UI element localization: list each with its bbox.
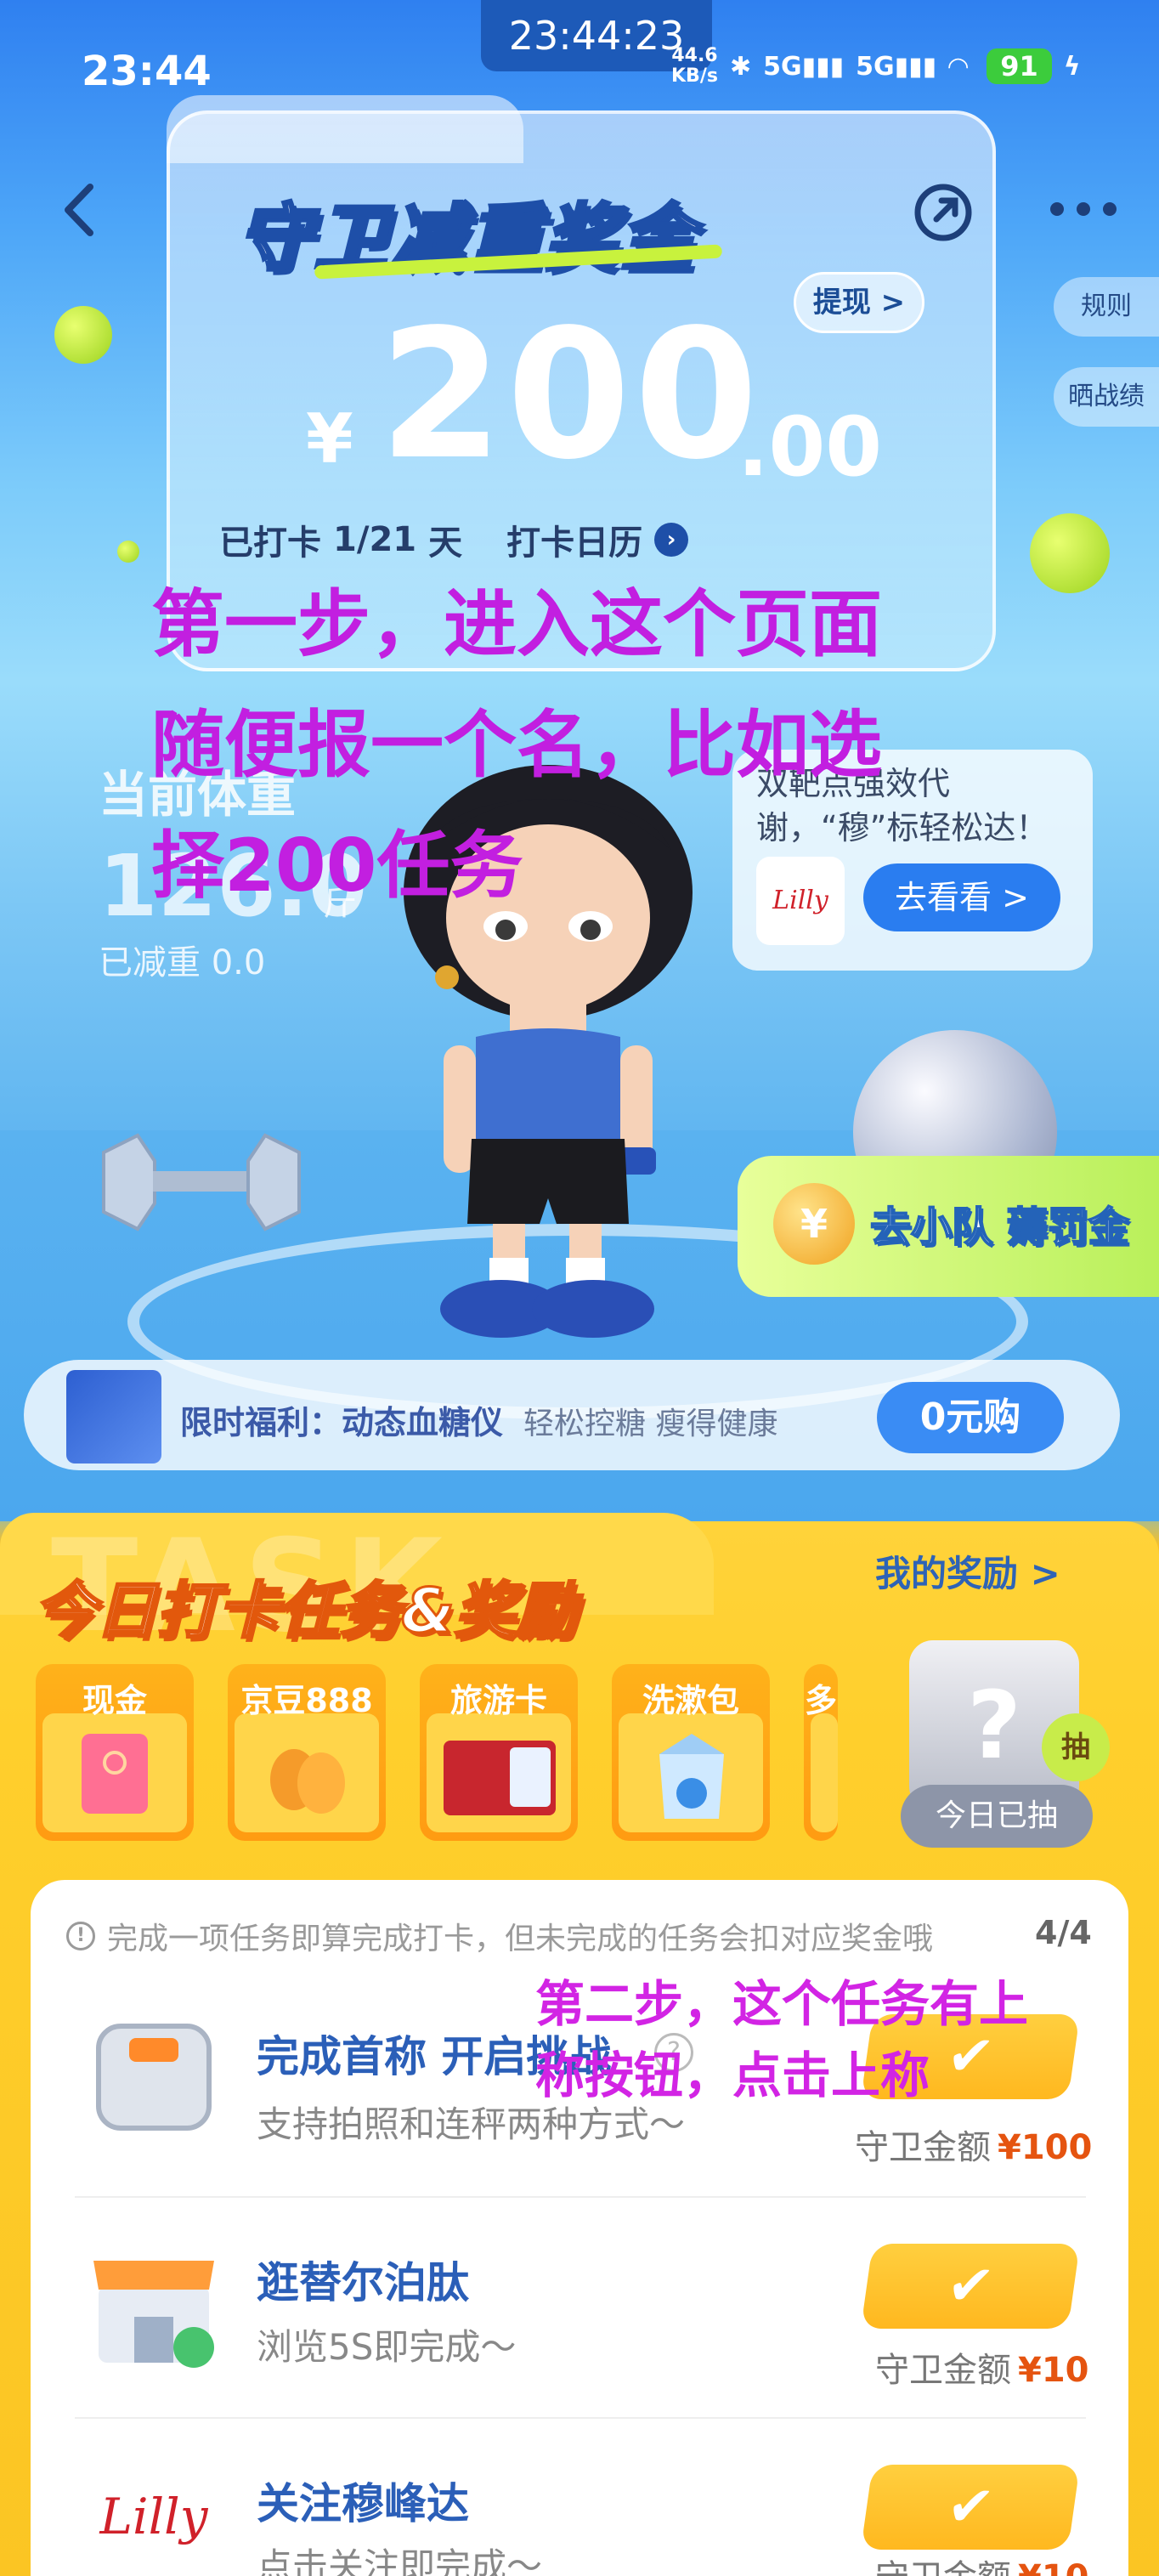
share-button[interactable] [911,180,975,245]
my-reward-link[interactable]: 我的奖励 > [875,1545,1060,1597]
bonus-amount: 200 [379,291,762,499]
net-speed-unit: KB/s [671,65,718,87]
checkin-unit: 天 [428,524,463,563]
lilly-logo-icon: Lilly [82,2470,226,2576]
shop-icon [93,2261,214,2368]
step2-line: 称按钮，点击上称 [535,2047,930,2104]
more-button[interactable] [1045,192,1122,226]
step2-line: 第二步，这个任务有上 [535,1975,1029,2033]
share-icon [914,184,972,241]
bluetooth-icon: ✱ [729,51,752,82]
checkin-value: 1/21 [333,520,417,559]
reward-label: 多 [804,1682,837,1719]
signal-5g-icon-2: 5G▮▮▮ [856,51,937,82]
checkin-calendar-link[interactable]: 打卡日历 [506,515,642,564]
step1-line: 第一步，进入这个页面 [151,582,882,667]
red-envelope-icon [82,1734,148,1814]
chevron-left-icon [65,184,93,236]
chevron-right-icon[interactable]: › [654,523,689,557]
toiletry-kit-icon [659,1734,724,1819]
reward-label: 洗漱包 [642,1682,739,1719]
task-progress-count: 4/4 [1035,1914,1092,1951]
promo-subtitle: 轻松控糖 瘦得健康 [523,1407,778,1441]
net-speed-value: 44.6 [671,45,718,66]
promo-title: 限时福利：动态血糖仪 [180,1404,504,1441]
guard-amount: 守卫金额 ¥100 [855,2128,1093,2167]
divider [75,2196,1086,2198]
weight-lost: 已减重 0.0 [99,943,266,982]
task-notice-text: 完成一项任务即算完成打卡，但未完成的任务会扣对应奖金哦 [107,1922,934,1956]
tennis-ball-icon [1030,513,1110,593]
zero-price-buy-button[interactable]: 0元购 [877,1382,1064,1453]
checkin-status: 已打卡 1/21 天 打卡日历 › [219,515,689,564]
back-button[interactable] [56,180,107,240]
jd-beans-icon [270,1749,345,1814]
net-speed: 44.6 KB/s [671,46,718,87]
step1-annotation: 第一步，进入这个页面 随便报一个名，比如选 择200任务 [151,564,1009,926]
draw-badge: 抽 [1042,1713,1110,1781]
signal-5g-icon: 5G▮▮▮ [763,51,845,82]
guard-amount: 守卫金额¥10 [875,2351,1089,2390]
charging-icon: ϟ [1063,51,1081,82]
task-name: 逛替尔泊肽 [257,2258,469,2307]
scale-icon [96,2024,212,2131]
guard-amount: 守卫金额¥10 [875,2550,1089,2576]
travel-card-icon [444,1741,556,1815]
battery-indicator: 91 [987,48,1052,84]
reward-label: 现金 [82,1682,147,1719]
withdraw-button[interactable]: 提现 > [794,272,924,333]
task-notice: ! 完成一项任务即算完成打卡，但未完成的任务会扣对应奖金哦 [66,1914,933,1958]
step1-line: 随便报一个名，比如选 [151,703,882,788]
task-section-title: 今日打卡任务&奖励 [33,1574,579,1648]
task-desc: 浏览5S即完成～ [257,2326,517,2368]
bonus-decimal: .00 [738,399,883,495]
task-check-button[interactable]: ✔ [860,2465,1081,2550]
rules-tab[interactable]: 规则 [1054,277,1159,337]
divider [75,2417,1086,2419]
wifi-icon: ◠ [948,51,969,82]
coin-icon: ¥ [773,1183,855,1265]
status-time: 23:44 [82,48,212,95]
task-name: 关注穆峰达 [257,2479,469,2528]
dumbbell-icon [102,1133,301,1231]
team-banner-text[interactable]: 去小队 薅罚金 [869,1193,1130,1253]
task-check-button[interactable]: ✔ [860,2244,1081,2329]
promo-text: 限时福利：动态血糖仪 轻松控糖 瘦得健康 [180,1396,777,1443]
bonus-currency: ¥ [306,399,353,478]
small-ball-icon [117,541,139,563]
task-desc: 点击关注即完成～ [257,2545,543,2576]
status-icons: 44.6 KB/s ✱ 5G▮▮▮ 5G▮▮▮ ◠ 91 ϟ [671,46,1081,87]
tennis-ball-icon [54,306,112,364]
step2-annotation: 第二步，这个任务有上 称按钮，点击上称 [535,1968,1096,2111]
share-results-tab[interactable]: 晒战绩 [1054,367,1159,427]
info-icon: ! [66,1922,95,1950]
checkin-prefix: 已打卡 [219,524,321,563]
more-icon [1050,202,1117,216]
reward-label: 旅游卡 [449,1682,547,1719]
glucose-meter-image [66,1370,161,1464]
reward-label: 京豆888 [240,1682,373,1719]
drawn-today-button[interactable]: 今日已抽 [901,1785,1093,1848]
step1-line: 择200任务 [151,824,523,909]
